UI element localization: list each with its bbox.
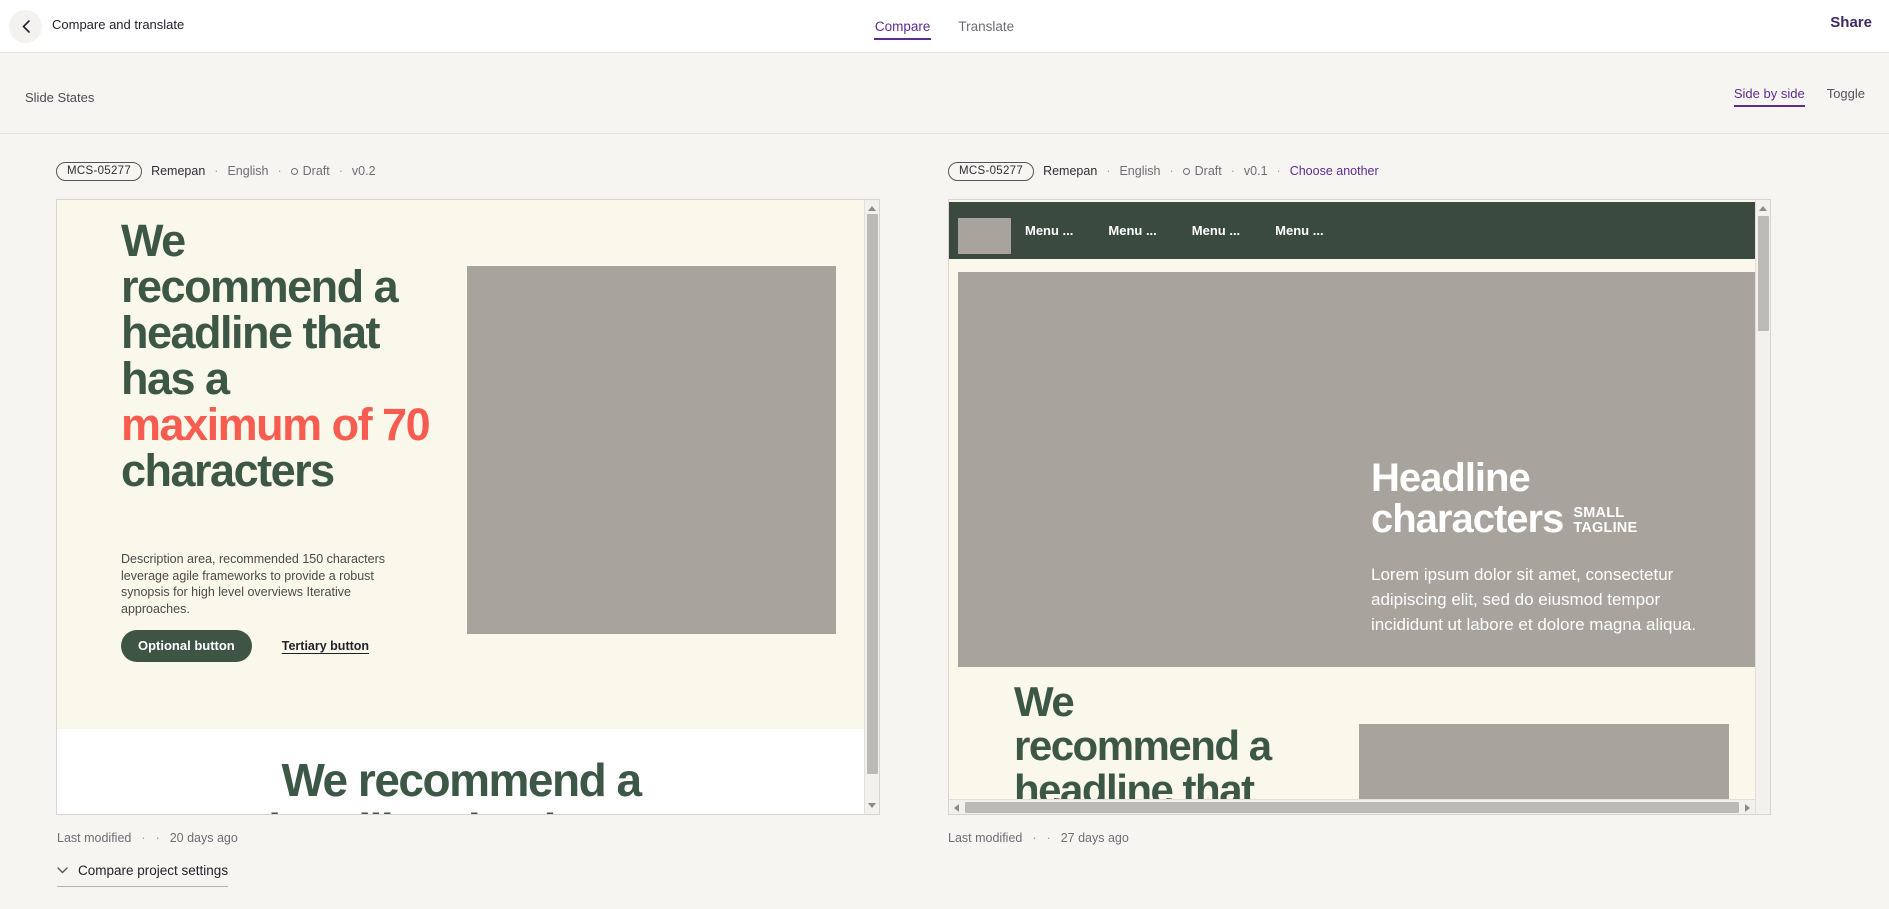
hero-tagline-line1: SMALL [1573, 505, 1624, 521]
right-scroll-thumb[interactable] [1758, 216, 1769, 331]
draft-status-icon [291, 168, 298, 175]
right-hero-headline: Headline characters SMALLTAGLINE [1371, 458, 1716, 540]
right-id-badge: MCS-05277 [948, 162, 1034, 181]
left-vertical-scrollbar[interactable] [864, 200, 879, 814]
right-status: Draft [1183, 164, 1222, 178]
menu-item[interactable]: Menu ... [1192, 223, 1240, 238]
separator-dot: · [1047, 831, 1051, 845]
next-headline-line3: headline that [1014, 768, 1324, 801]
hero-tagline: SMALLTAGLINE [1573, 506, 1637, 536]
hero-headline-line2: characters [1371, 497, 1563, 541]
left-slide-next-section: We recommend a headline that has a [57, 729, 865, 815]
right-hscroll-thumb[interactable] [965, 802, 1739, 813]
view-mode-switch: Side by side Toggle [1734, 86, 1865, 107]
compare-project-settings-toggle[interactable]: Compare project settings [57, 861, 228, 887]
hero-tagline-line2: TAGLINE [1573, 520, 1637, 536]
right-hero-body: Lorem ipsum dolor sit amet, consectetur … [1371, 562, 1716, 637]
scroll-right-arrow-icon[interactable] [1745, 804, 1750, 812]
right-slide-hero-image: Headline characters SMALLTAGLINE Lorem ip… [958, 272, 1758, 667]
share-button[interactable]: Share [1830, 14, 1872, 31]
right-vertical-scrollbar[interactable] [1755, 200, 1770, 814]
left-slide-buttons: Optional button Tertiary button [121, 630, 369, 662]
headline-green-text: We recommend a headline that has a [121, 215, 397, 404]
left-product-name: Remepan [151, 164, 205, 178]
menu-item[interactable]: Menu ... [1025, 223, 1073, 238]
right-slide-navbar: Menu ... Menu ... Menu ... Menu ... [949, 202, 1757, 259]
left-slide-hero-section: We recommend a headline that has a maxim… [57, 200, 865, 729]
separator-dot: · [277, 164, 281, 178]
tertiary-button[interactable]: Tertiary button [282, 639, 369, 653]
left-status: Draft [291, 164, 330, 178]
next-headline-line1: We recommend a [57, 755, 865, 805]
left-status-label: Draft [303, 164, 330, 178]
left-slide-image-placeholder [467, 266, 836, 634]
menu-item[interactable]: Menu ... [1108, 223, 1156, 238]
view-mode-side-by-side[interactable]: Side by side [1734, 86, 1805, 107]
separator-dot: · [1106, 164, 1110, 178]
tab-translate[interactable]: Translate [957, 13, 1015, 40]
hero-headline-line2-wrap: characters SMALLTAGLINE [1371, 499, 1716, 540]
draft-status-icon [1183, 168, 1190, 175]
right-version: v0.1 [1244, 164, 1268, 178]
left-slide-meta: MCS-05277 Remepan · English · Draft · v0… [56, 160, 376, 182]
chevron-down-icon [57, 861, 68, 879]
left-slide-preview: We recommend a headline that has a maxim… [56, 199, 880, 815]
right-slide-next-section: We recommend a headline that [949, 667, 1757, 801]
separator-dot: · [1169, 164, 1173, 178]
separator-dot: · [214, 164, 218, 178]
right-last-modified: Last modified · · 27 days ago [948, 831, 1129, 845]
menu-item[interactable]: Menu ... [1275, 223, 1323, 238]
app-header: Compare and translate Compare Translate … [0, 0, 1889, 53]
left-slide-description: Description area, recommended 150 charac… [121, 551, 399, 617]
separator-dot: · [156, 831, 160, 845]
separator-dot: · [1032, 831, 1036, 845]
next-headline-line2: headline that has a [57, 805, 865, 815]
right-slide-hero-text: Headline characters SMALLTAGLINE Lorem ip… [1371, 458, 1716, 637]
separator-dot: · [339, 164, 343, 178]
left-language: English [227, 164, 268, 178]
last-modified-label: Last modified [57, 831, 131, 845]
left-slide-headline: We recommend a headline that has a maxim… [121, 218, 437, 494]
choose-another-link[interactable]: Choose another [1290, 164, 1379, 178]
scroll-down-arrow-icon[interactable] [868, 803, 876, 808]
left-version: v0.2 [352, 164, 376, 178]
left-slide-next-headline: We recommend a headline that has a [57, 755, 865, 815]
compare-settings-label: Compare project settings [78, 863, 228, 878]
right-slide-image-placeholder [1359, 724, 1729, 801]
last-modified-value: 27 days ago [1061, 831, 1129, 845]
right-slide-next-headline: We recommend a headline that [1014, 680, 1324, 801]
next-headline-line2: recommend a [1014, 724, 1324, 768]
headline-green-text-2: characters [121, 445, 334, 496]
headline-red-text: maximum of 70 [121, 399, 429, 450]
right-language: English [1119, 164, 1160, 178]
tab-compare[interactable]: Compare [874, 13, 932, 40]
next-headline-line1: We [1014, 680, 1324, 724]
scroll-left-arrow-icon[interactable] [954, 804, 959, 812]
right-product-name: Remepan [1043, 164, 1097, 178]
view-mode-toggle[interactable]: Toggle [1827, 86, 1865, 107]
last-modified-value: 20 days ago [170, 831, 238, 845]
toolbar: Slide States Side by side Toggle [0, 54, 1889, 134]
scroll-up-arrow-icon[interactable] [1759, 206, 1767, 211]
header-tabs: Compare Translate [0, 0, 1889, 53]
hero-headline-line1: Headline [1371, 458, 1716, 499]
left-last-modified: Last modified · · 20 days ago [57, 831, 238, 845]
optional-button[interactable]: Optional button [121, 630, 252, 662]
left-id-badge: MCS-05277 [56, 162, 142, 181]
right-slide-preview: Menu ... Menu ... Menu ... Menu ... Head… [948, 199, 1771, 815]
scroll-up-arrow-icon[interactable] [868, 206, 876, 211]
separator-dot: · [141, 831, 145, 845]
right-status-label: Draft [1195, 164, 1222, 178]
right-horizontal-scrollbar[interactable] [949, 799, 1755, 814]
right-slide-menu: Menu ... Menu ... Menu ... Menu ... [1025, 202, 1324, 259]
left-scroll-thumb[interactable] [867, 214, 878, 774]
logo-placeholder [958, 218, 1011, 254]
separator-dot: · [1277, 164, 1281, 178]
last-modified-label: Last modified [948, 831, 1022, 845]
separator-dot: · [1231, 164, 1235, 178]
right-slide-meta: MCS-05277 Remepan · English · Draft · v0… [948, 160, 1379, 182]
toolbar-title: Slide States [25, 90, 94, 105]
